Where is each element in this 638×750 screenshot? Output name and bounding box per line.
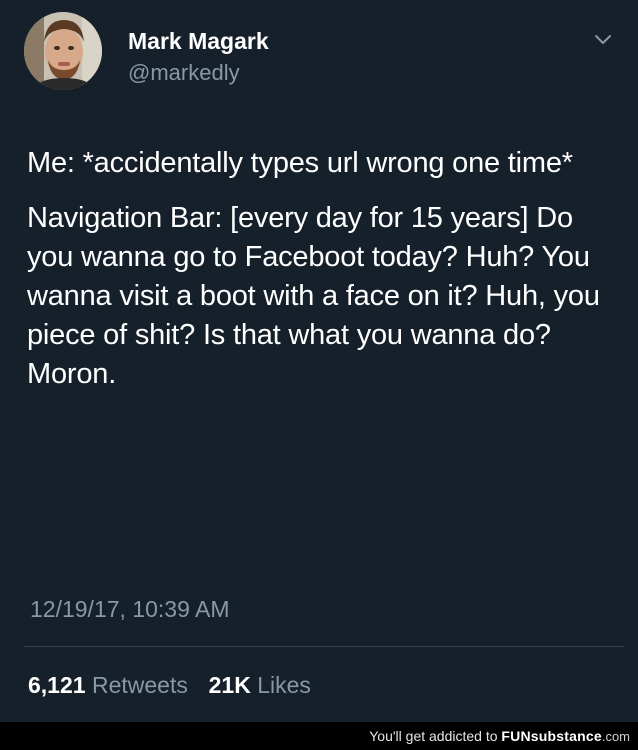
user-handle[interactable]: @markedly — [128, 60, 240, 86]
retweets-stat[interactable]: 6,121 Retweets — [28, 672, 188, 698]
tweet-card: Mark Magark @markedly Me: *accidentally … — [0, 0, 638, 722]
tweet-timestamp[interactable]: 12/19/17, 10:39 AM — [30, 596, 230, 623]
likes-label: Likes — [257, 672, 311, 698]
watermark-brand: FUNsubstance — [501, 728, 602, 744]
divider — [24, 646, 624, 647]
watermark-suffix: .com — [601, 729, 630, 744]
likes-count: 21K — [208, 672, 251, 698]
watermark-bar: You'll get addicted to FUNsubstance.com — [0, 722, 638, 750]
retweets-count: 6,121 — [28, 672, 86, 698]
avatar[interactable] — [24, 12, 102, 90]
watermark-prefix: You'll get addicted to — [369, 728, 498, 744]
likes-stat[interactable]: 21K Likes — [209, 672, 311, 698]
engagement-stats: 6,121 Retweets 21K Likes — [28, 672, 311, 699]
display-name[interactable]: Mark Magark — [128, 28, 269, 55]
avatar-image — [24, 12, 102, 90]
retweets-label: Retweets — [91, 672, 188, 698]
watermark: You'll get addicted to FUNsubstance.com — [369, 728, 630, 744]
chevron-down-glyph — [595, 35, 611, 44]
chevron-down-icon[interactable] — [594, 33, 612, 47]
tweet-paragraph-2: Navigation Bar: [every day for 15 years]… — [27, 202, 600, 390]
tweet-paragraph-1: Me: *accidentally types url wrong one ti… — [27, 147, 573, 179]
tweet-text: Me: *accidentally types url wrong one ti… — [27, 144, 622, 394]
